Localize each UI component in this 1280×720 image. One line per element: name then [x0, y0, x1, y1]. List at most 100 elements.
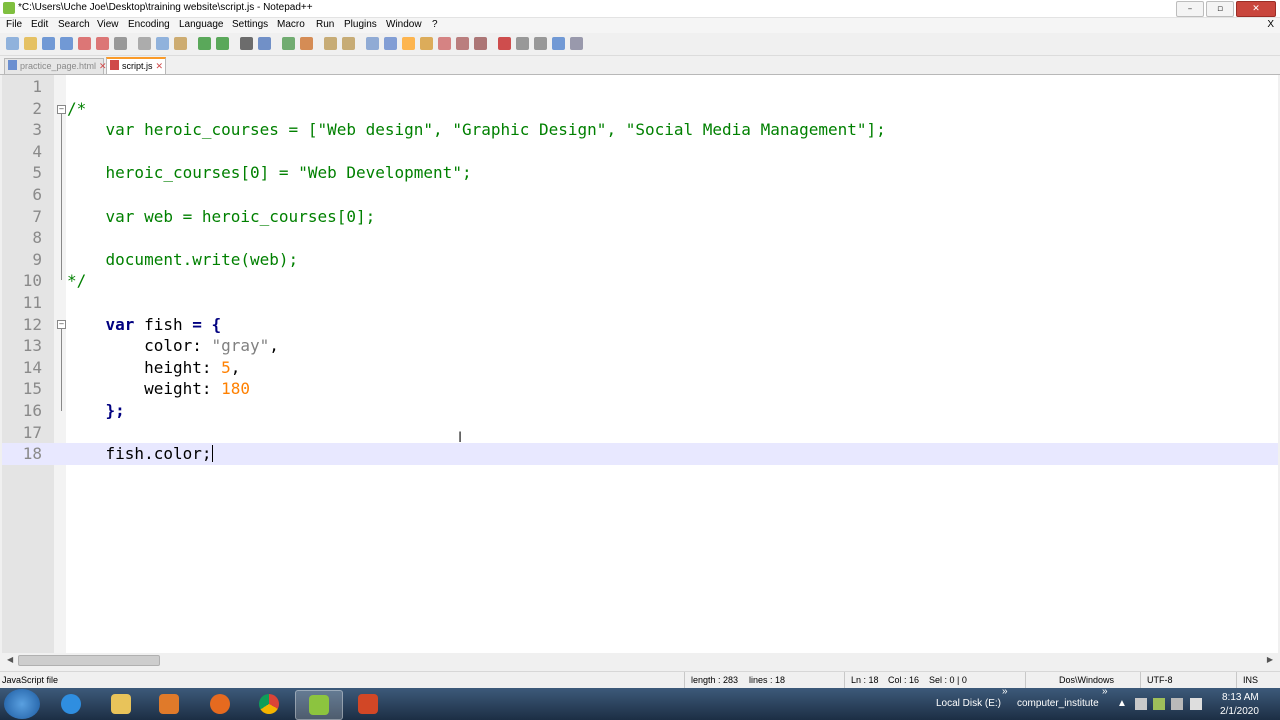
power-icon[interactable] [1171, 698, 1183, 710]
cut-icon[interactable] [138, 37, 151, 50]
horizontal-scrollbar[interactable]: ◀ ▶ [2, 653, 1278, 667]
sync-horizontal-icon[interactable] [342, 37, 355, 50]
code-line[interactable]: 15 weight: 180 [2, 378, 1278, 400]
internet-explorer-icon[interactable] [48, 690, 94, 718]
start-button-icon[interactable] [4, 689, 40, 719]
code-line[interactable]: 10 */ [2, 270, 1278, 292]
code-text: var web = heroic_courses[0]; [67, 206, 376, 228]
folder-workspace-icon[interactable] [456, 37, 469, 50]
find-icon[interactable] [240, 37, 253, 50]
save-macro-icon[interactable] [570, 37, 583, 50]
menu-edit[interactable]: Edit [31, 19, 48, 30]
save-all-icon[interactable] [60, 37, 73, 50]
show-all-chars-icon[interactable] [384, 37, 397, 50]
code-line[interactable]: 14 height: 5, [2, 357, 1278, 379]
doc-map-icon[interactable] [420, 37, 433, 50]
tab-script-js[interactable]: script.js ✕ [106, 57, 166, 74]
menu-run[interactable]: Run [316, 19, 334, 30]
code-line[interactable]: 8 [2, 227, 1278, 249]
file-explorer-icon[interactable] [98, 690, 144, 718]
replace-icon[interactable] [258, 37, 271, 50]
status-separator [684, 672, 685, 689]
maximize-button[interactable]: ▫ [1206, 1, 1234, 17]
copy-icon[interactable] [156, 37, 169, 50]
sync-vertical-icon[interactable] [324, 37, 337, 50]
paste-icon[interactable] [174, 37, 187, 50]
code-line[interactable]: 7 var web = heroic_courses[0]; [2, 206, 1278, 228]
zoom-out-icon[interactable] [300, 37, 313, 50]
monitoring-icon[interactable] [474, 37, 487, 50]
code-line[interactable]: 13 color: "gray", [2, 335, 1278, 357]
code-line[interactable]: 2 /* [2, 98, 1278, 120]
tab-close-icon[interactable]: ✕ [156, 59, 164, 74]
menu-language[interactable]: Language [179, 19, 224, 30]
menu-window[interactable]: Window [386, 19, 422, 30]
undo-icon[interactable] [198, 37, 211, 50]
chrome-icon[interactable] [246, 690, 292, 718]
scroll-right-icon[interactable]: ▶ [1267, 655, 1273, 664]
tab-practice-page[interactable]: practice_page.html ✕ [4, 58, 107, 74]
media-player-icon[interactable] [146, 690, 192, 718]
code-line[interactable]: 3 var heroic_courses = ["Web design", "G… [2, 119, 1278, 141]
clock-date[interactable]: 2/1/2020 [1220, 706, 1259, 717]
local-disk-toolbar[interactable]: Local Disk (E:) [936, 698, 1001, 709]
redo-icon[interactable] [216, 37, 229, 50]
code-line[interactable]: 4 [2, 141, 1278, 163]
computer-institute-toolbar[interactable]: computer_institute [1017, 698, 1099, 709]
firefox-icon[interactable] [197, 690, 243, 718]
new-file-icon[interactable] [6, 37, 19, 50]
close-window-button[interactable]: ✕ [1236, 1, 1276, 17]
record-macro-icon[interactable] [498, 37, 511, 50]
open-file-icon[interactable] [24, 37, 37, 50]
close-document-button[interactable]: X [1267, 19, 1274, 30]
powerpoint-icon[interactable] [345, 690, 391, 718]
code-editor[interactable]: − − 1 2/* 3 var heroic_courses = ["Web des… [2, 75, 1278, 653]
stop-macro-icon[interactable] [516, 37, 529, 50]
code-token: color: [67, 336, 212, 356]
menu-view[interactable]: View [97, 19, 119, 30]
menu-search[interactable]: Search [58, 19, 90, 30]
code-line[interactable]: 17 [2, 422, 1278, 444]
code-line[interactable]: 12 var fish = { [2, 314, 1278, 336]
play-macro-icon[interactable] [534, 37, 547, 50]
function-list-icon[interactable] [438, 37, 451, 50]
code-line[interactable]: 18 fish.color; [2, 443, 1278, 465]
action-center-icon[interactable] [1135, 698, 1147, 710]
menu-help[interactable]: ? [432, 19, 438, 30]
toolbar-chevron[interactable]: » [1002, 686, 1008, 697]
volume-icon[interactable] [1190, 698, 1202, 710]
code-line[interactable]: 16 }; [2, 400, 1278, 422]
clock-time[interactable]: 8:13 AM [1222, 692, 1259, 703]
code-line[interactable]: 9 document.write(web); [2, 249, 1278, 271]
code-line[interactable]: 5 heroic_courses[0] = "Web Development"; [2, 162, 1278, 184]
status-bar: JavaScript file length : 283 lines : 18 … [0, 671, 1280, 689]
menu-file[interactable]: File [6, 19, 22, 30]
menu-encoding[interactable]: Encoding [128, 19, 170, 30]
menu-macro[interactable]: Macro [277, 19, 305, 30]
scrollbar-thumb[interactable] [18, 655, 160, 666]
status-eol: Dos\Windows [1059, 675, 1115, 685]
code-token: , [230, 357, 241, 377]
show-hidden-icons-icon[interactable]: ▲ [1117, 698, 1127, 709]
status-separator [1025, 672, 1026, 689]
notepadpp-icon[interactable] [295, 690, 343, 720]
menu-plugins[interactable]: Plugins [344, 19, 377, 30]
minimize-button[interactable]: – [1176, 1, 1204, 17]
code-text: document.write(web); [67, 249, 299, 271]
word-wrap-icon[interactable] [366, 37, 379, 50]
code-line[interactable]: 6 [2, 184, 1278, 206]
indent-guide-icon[interactable] [402, 37, 415, 50]
code-line[interactable]: 1 [2, 76, 1278, 98]
close-all-icon[interactable] [96, 37, 109, 50]
menu-settings[interactable]: Settings [232, 19, 268, 30]
mouse-ibeam-cursor: I [458, 430, 463, 446]
scroll-left-icon[interactable]: ◀ [7, 655, 13, 664]
save-icon[interactable] [42, 37, 55, 50]
network-icon[interactable] [1153, 698, 1165, 710]
zoom-in-icon[interactable] [282, 37, 295, 50]
run-macro-multiple-icon[interactable] [552, 37, 565, 50]
code-line[interactable]: 11 [2, 292, 1278, 314]
print-icon[interactable] [114, 37, 127, 50]
close-icon[interactable] [78, 37, 91, 50]
toolbar-chevron[interactable]: » [1102, 686, 1108, 697]
